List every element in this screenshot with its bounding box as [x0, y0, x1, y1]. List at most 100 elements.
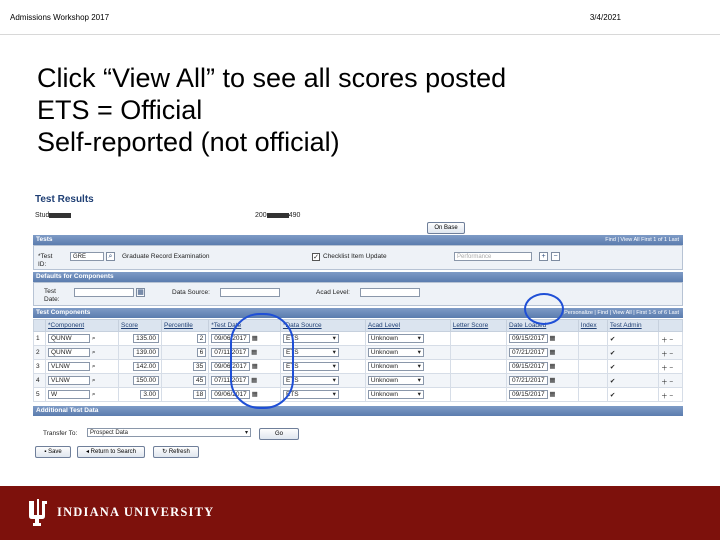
score-input[interactable]: 3.00 [140, 390, 160, 399]
col-component[interactable]: *Component [44, 319, 120, 332]
acad-level-select[interactable]: Unknown ▾ [367, 376, 424, 385]
date-loaded-input[interactable]: 09/15/2017 [509, 362, 548, 371]
percentile-input[interactable]: 18 [192, 390, 207, 399]
test-admin-cell[interactable]: ✔ [606, 387, 660, 402]
col-letter-score[interactable]: Letter Score [449, 319, 508, 332]
test-admin-cell[interactable]: ✔ [606, 331, 660, 346]
index-cell[interactable] [577, 359, 608, 374]
index-cell[interactable] [577, 331, 608, 346]
date-loaded-cell[interactable]: 09/15/2017 ▦ [506, 331, 579, 346]
letter-score-cell[interactable] [449, 331, 508, 346]
data-source-cell[interactable]: ETS ▾ [279, 387, 366, 402]
letter-score-cell[interactable] [449, 345, 508, 360]
delete-row-icon[interactable]: − [669, 365, 673, 372]
tests-nav-tools[interactable]: Find | View All First 1 of 1 Last [605, 235, 679, 245]
test-admin-cell[interactable]: ✔ [606, 345, 660, 360]
percentile-cell[interactable]: 18 [161, 387, 210, 402]
test-admin-cell[interactable]: ✔ [606, 359, 660, 374]
calendar-icon[interactable]: ▦ [549, 349, 555, 356]
go-button[interactable]: Go [259, 428, 299, 440]
score-cell[interactable]: 135.00 [118, 331, 163, 346]
col-score[interactable]: Score [118, 319, 163, 332]
add-row-icon[interactable]: ＋ [661, 351, 668, 358]
test-date-input[interactable] [74, 288, 134, 297]
transfer-to-select[interactable]: Prospect Data ▾ [87, 428, 251, 437]
add-row-icon[interactable]: + [539, 252, 548, 261]
checklist-extra-field[interactable]: Performance [454, 252, 532, 261]
score-cell[interactable]: 3.00 [118, 387, 163, 402]
letter-score-cell[interactable] [449, 359, 508, 374]
acad-level-select[interactable]: Unknown ▾ [367, 348, 424, 357]
score-cell[interactable]: 139.00 [118, 345, 163, 360]
add-row-icon[interactable]: ＋ [661, 365, 668, 372]
score-input[interactable]: 150.00 [133, 376, 160, 385]
calendar-icon[interactable]: ▦ [549, 363, 555, 370]
col-acad-level[interactable]: Acad Level [364, 319, 451, 332]
component-input[interactable]: QUNW [48, 333, 90, 343]
component-cell[interactable]: W ⌕ [44, 387, 120, 402]
component-input[interactable]: VLNW [48, 361, 90, 371]
date-loaded-input[interactable]: 07/21/2017 [509, 376, 548, 385]
calendar-icon[interactable]: ▦ [549, 335, 555, 342]
test-admin-cell[interactable]: ✔ [606, 373, 660, 388]
score-cell[interactable]: 142.00 [118, 359, 163, 374]
calendar-icon[interactable]: ▦ [549, 377, 555, 384]
acad-level-cell[interactable]: Unknown ▾ [364, 373, 451, 388]
search-icon[interactable]: ⌕ [92, 391, 96, 398]
score-input[interactable]: 139.00 [133, 348, 160, 357]
add-row-icon[interactable]: ＋ [661, 379, 668, 386]
delete-row-icon[interactable]: − [669, 379, 673, 386]
index-cell[interactable] [577, 373, 608, 388]
delete-row-icon[interactable]: − [669, 351, 673, 358]
check-icon[interactable]: ✔ [610, 378, 615, 385]
percentile-input[interactable]: 45 [192, 376, 207, 385]
col-percentile[interactable]: Percentile [161, 319, 210, 332]
date-loaded-input[interactable]: 07/21/2017 [509, 348, 548, 357]
acad-level-cell[interactable]: Unknown ▾ [364, 345, 451, 360]
percentile-cell[interactable]: 6 [161, 345, 210, 360]
component-input[interactable]: QUNW [48, 347, 90, 357]
acad-level-select[interactable]: Unknown ▾ [367, 334, 424, 343]
acad-level-cell[interactable]: Unknown ▾ [364, 331, 451, 346]
percentile-input[interactable]: 2 [196, 334, 207, 343]
col-test-admin[interactable]: Test Admin [606, 319, 660, 332]
onbase-button[interactable]: On Base [427, 222, 465, 234]
component-cell[interactable]: QUNW ⌕ [44, 345, 120, 360]
date-loaded-cell[interactable]: 07/21/2017 ▦ [506, 373, 579, 388]
search-icon[interactable]: ⌕ [92, 335, 96, 342]
letter-score-cell[interactable] [449, 387, 508, 402]
check-icon[interactable]: ✔ [610, 350, 615, 357]
add-row-icon[interactable]: ＋ [661, 337, 668, 344]
component-cell[interactable]: VLNW ⌕ [44, 359, 120, 374]
delete-row-icon[interactable]: − [551, 252, 560, 261]
percentile-cell[interactable]: 35 [161, 359, 210, 374]
acad-level-select[interactable] [360, 288, 420, 297]
test-id-input[interactable]: GRE [70, 252, 104, 261]
acad-level-select[interactable]: Unknown ▾ [367, 390, 424, 399]
refresh-button[interactable]: ↻ Refresh [153, 446, 199, 458]
percentile-input[interactable]: 35 [192, 362, 207, 371]
search-icon[interactable]: ⌕ [92, 363, 96, 370]
date-loaded-input[interactable]: 09/15/2017 [509, 390, 548, 399]
index-cell[interactable] [577, 345, 608, 360]
score-input[interactable]: 135.00 [133, 334, 160, 343]
score-cell[interactable]: 150.00 [118, 373, 163, 388]
search-icon[interactable]: ⌕ [106, 252, 115, 261]
date-loaded-cell[interactable]: 09/15/2017 ▦ [506, 387, 579, 402]
col-index[interactable]: Index [577, 319, 608, 332]
acad-level-select[interactable]: Unknown ▾ [367, 362, 424, 371]
percentile-cell[interactable]: 45 [161, 373, 210, 388]
acad-level-cell[interactable]: Unknown ▾ [364, 387, 451, 402]
components-nav-tools[interactable]: Personalize | Find | View All | First 1-… [564, 308, 679, 318]
component-input[interactable]: VLNW [48, 375, 90, 385]
delete-row-icon[interactable]: − [669, 393, 673, 400]
check-icon[interactable]: ✔ [610, 392, 615, 399]
date-loaded-input[interactable]: 09/15/2017 [509, 334, 548, 343]
delete-row-icon[interactable]: − [669, 337, 673, 344]
date-loaded-cell[interactable]: 07/21/2017 ▦ [506, 345, 579, 360]
return-to-search-button[interactable]: ◂ Return to Search [77, 446, 145, 458]
calendar-icon[interactable]: ▦ [136, 288, 145, 297]
component-cell[interactable]: QUNW ⌕ [44, 331, 120, 346]
component-input[interactable]: W [48, 389, 90, 399]
acad-level-cell[interactable]: Unknown ▾ [364, 359, 451, 374]
